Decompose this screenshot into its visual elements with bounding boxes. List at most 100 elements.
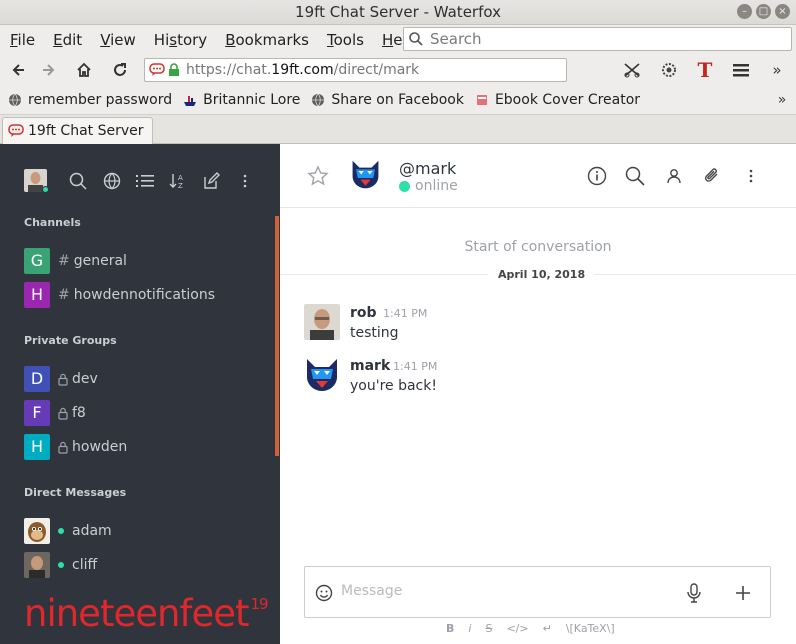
tab-19ft-chat[interactable]: 19ft Chat Server — [2, 117, 153, 144]
compose-edit-icon[interactable] — [200, 170, 222, 192]
sidebar-item-f8[interactable]: F f8 — [24, 400, 86, 426]
bookmark-britannic-lore[interactable]: Britannic Lore — [183, 92, 300, 108]
sidebar-toolbar: AZ — [0, 144, 280, 216]
search-messages-icon[interactable] — [624, 165, 646, 187]
menu-tools[interactable]: Tools — [327, 31, 364, 49]
sidebar-item-howden[interactable]: H howden — [24, 434, 127, 460]
user-info-icon[interactable] — [663, 165, 685, 187]
forward-arrow-icon[interactable] — [38, 60, 58, 80]
message-input[interactable]: Message — [341, 583, 402, 599]
menu-bookmarks[interactable]: Bookmarks — [225, 31, 309, 49]
hash-icon: # — [58, 287, 70, 303]
browser-search-input[interactable]: Search — [403, 27, 792, 51]
mark-avatar[interactable] — [350, 159, 381, 190]
hamburger-menu-icon[interactable] — [731, 60, 751, 80]
home-icon[interactable] — [74, 60, 94, 80]
message-username[interactable]: mark — [350, 358, 390, 374]
lock-icon — [169, 63, 179, 76]
ship-icon — [184, 96, 197, 106]
back-arrow-icon[interactable] — [9, 60, 29, 80]
bookmark-remember-password[interactable]: remember password — [8, 92, 172, 108]
bold-button[interactable]: B — [446, 622, 454, 635]
directory-globe-icon[interactable] — [101, 170, 123, 192]
menu-edit[interactable]: Edit — [53, 31, 82, 49]
search-icon — [409, 32, 423, 46]
menu-file[interactable]: File — [10, 31, 35, 49]
room-avatar: G — [24, 248, 50, 274]
italic-button[interactable]: i — [468, 622, 471, 635]
chat-main: @mark online Start of conversation April… — [280, 144, 796, 644]
channels-header: Channels — [24, 216, 81, 229]
attachment-icon[interactable] — [701, 165, 723, 187]
bookmarks-overflow-icon[interactable]: » — [772, 90, 792, 110]
search-placeholder: Search — [430, 30, 482, 48]
online-status-dot — [58, 528, 64, 534]
maximize-button[interactable]: □ — [756, 4, 771, 19]
code-button[interactable]: </> — [506, 622, 528, 635]
date-label: April 10, 2018 — [488, 268, 596, 281]
menu-view[interactable]: View — [100, 31, 136, 49]
direct-messages-header: Direct Messages — [24, 486, 127, 499]
sidebar-item-howdennotifications[interactable]: H # howdennotifications — [24, 282, 215, 308]
room-kebab-menu-icon[interactable] — [740, 165, 762, 187]
message-username[interactable]: rob — [350, 305, 377, 321]
sidebar-item-dev[interactable]: D dev — [24, 366, 98, 392]
translate-t-icon[interactable]: T — [695, 58, 715, 82]
minimize-button[interactable]: – — [737, 4, 752, 19]
extension-gear-icon[interactable] — [659, 60, 679, 80]
user-status-dot — [42, 186, 49, 193]
mark-avatar[interactable] — [304, 357, 340, 393]
favorite-star-icon[interactable] — [307, 165, 329, 191]
sidebar-scrollbar[interactable] — [275, 216, 279, 456]
message-text: testing — [350, 325, 399, 341]
list-view-icon[interactable] — [134, 170, 156, 192]
bookmark-ebook-cover[interactable]: Ebook Cover Creator — [475, 92, 640, 108]
close-button[interactable]: × — [775, 4, 790, 19]
strike-button[interactable]: S — [485, 622, 492, 635]
user-avatar — [24, 518, 50, 544]
menu-history[interactable]: History — [154, 31, 207, 49]
site-chat-icon — [149, 63, 165, 76]
sidebar-item-cliff[interactable]: cliff — [24, 552, 97, 578]
url-bar[interactable]: https://chat. 19ft.com/direct/mark — [144, 58, 567, 82]
screenshot-tool-icon[interactable] — [622, 60, 642, 80]
search-icon[interactable] — [67, 170, 89, 192]
kebab-menu-icon[interactable] — [234, 170, 256, 192]
katex-button[interactable]: \[KaTeX\] — [566, 622, 615, 635]
bookmarks-toolbar: remember password Britannic Lore Share o… — [0, 86, 796, 115]
overflow-chevron-icon[interactable]: » — [767, 60, 787, 80]
conversation-start-label: Start of conversation — [464, 239, 612, 255]
menubar: File Edit View History Bookmarks Tools H… — [0, 25, 796, 54]
plus-add-icon[interactable] — [732, 582, 754, 604]
room-name: dev — [72, 371, 98, 387]
message-timestamp: 1:41 PM — [393, 360, 438, 373]
window-title: 19ft Chat Server - Waterfox — [295, 3, 501, 21]
sidebar-item-general[interactable]: G # general — [24, 248, 127, 274]
sort-az-icon[interactable]: AZ — [167, 170, 189, 192]
room-name: f8 — [72, 405, 86, 421]
info-icon[interactable] — [586, 165, 608, 187]
reload-icon[interactable] — [110, 60, 130, 80]
globe-icon — [312, 93, 325, 107]
message-item[interactable]: mark 1:41 PM you're back! — [304, 357, 774, 397]
url-path: /direct/mark — [333, 62, 420, 78]
multiline-button[interactable]: ↵ — [543, 622, 552, 635]
globe-icon — [9, 93, 21, 107]
private-groups-header: Private Groups — [24, 334, 117, 347]
bookmark-share-facebook[interactable]: Share on Facebook — [311, 92, 464, 108]
sidebar-item-adam[interactable]: adam — [24, 518, 112, 544]
url-host: 19ft.com — [271, 62, 334, 78]
tab-strip: 19ft Chat Server — [0, 115, 796, 144]
message-composer[interactable]: Message — [304, 566, 771, 618]
chat-sidebar: AZ Channels G # general H # howdennotifi… — [0, 144, 280, 644]
message-text: you're back! — [350, 378, 437, 394]
navigation-toolbar: https://chat. 19ft.com/direct/mark T » — [0, 54, 796, 86]
window-titlebar: 19ft Chat Server - Waterfox – □ × — [0, 0, 796, 25]
rob-avatar[interactable] — [304, 304, 340, 340]
message-item[interactable]: rob 1:41 PM testing — [304, 304, 774, 344]
emoji-icon[interactable] — [313, 582, 335, 604]
tab-title: 19ft Chat Server — [28, 123, 144, 139]
microphone-icon[interactable] — [683, 582, 705, 604]
room-name: cliff — [72, 557, 98, 573]
tab-favicon-chat-icon — [8, 124, 24, 137]
